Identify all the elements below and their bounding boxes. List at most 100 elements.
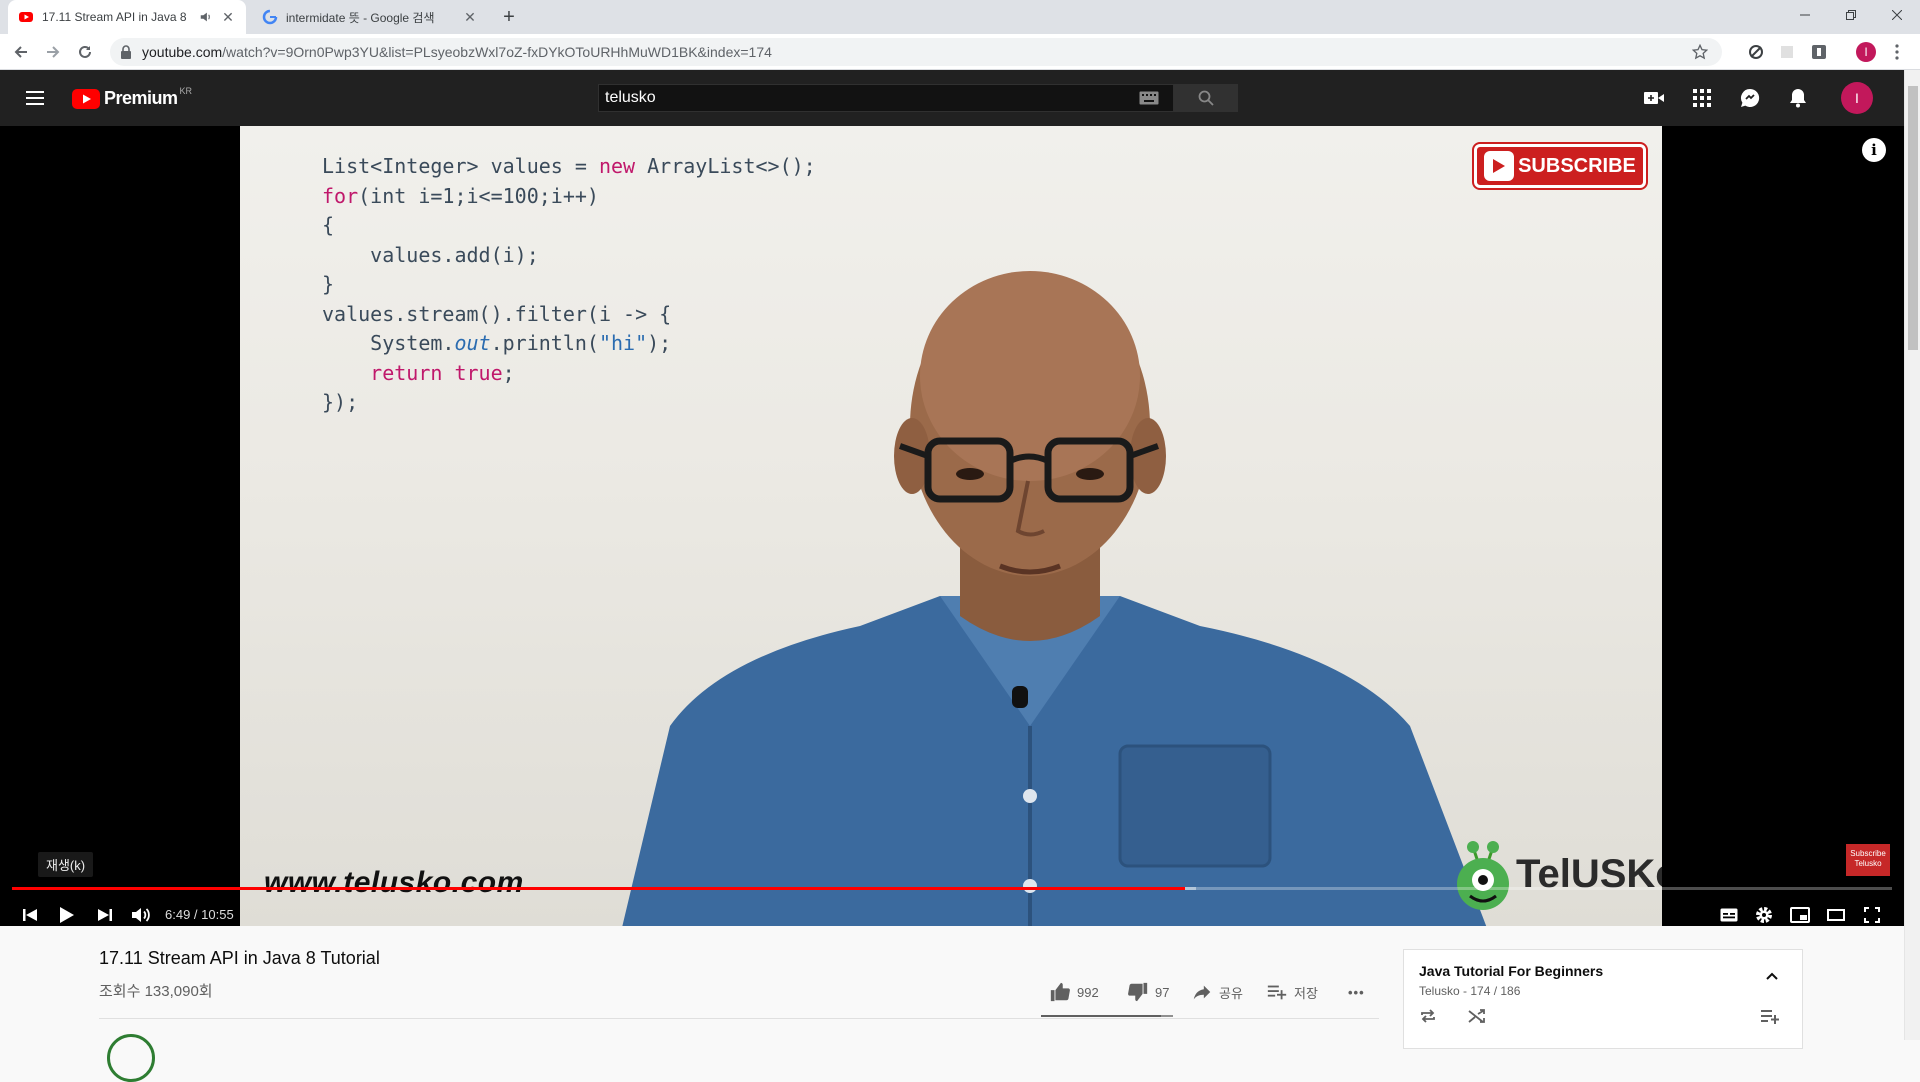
code-line: List<Integer> values = new ArrayList<>()… bbox=[322, 154, 816, 178]
audio-playing-icon[interactable] bbox=[198, 10, 214, 24]
new-tab-button[interactable]: + bbox=[498, 6, 520, 28]
url-path: /watch?v=9Orn0Pwp3YU&list=PLsyeobzWxl7oZ… bbox=[222, 44, 772, 60]
hamburger-menu-icon[interactable] bbox=[24, 88, 48, 108]
channel-branding-watermark[interactable]: Subscribe Telusko bbox=[1846, 844, 1890, 876]
save-label: 저장 bbox=[1294, 985, 1318, 1001]
tab-close-button[interactable]: ✕ bbox=[462, 9, 478, 26]
sentiment-bar bbox=[1041, 1015, 1173, 1017]
search-icon bbox=[1198, 90, 1214, 106]
video-details: 17.11 Stream API in Java 8 Tutorial 조회수 … bbox=[0, 926, 1904, 1082]
code-line: }); bbox=[322, 390, 359, 414]
search-button[interactable] bbox=[1174, 84, 1238, 112]
keyboard-icon[interactable] bbox=[1139, 91, 1159, 105]
code-line: values.add(i); bbox=[322, 242, 539, 267]
thumbs-down-icon bbox=[1128, 982, 1148, 1002]
save-button[interactable]: 저장 bbox=[1266, 978, 1318, 1006]
share-label: 공유 bbox=[1219, 985, 1243, 1001]
create-video-icon[interactable] bbox=[1642, 86, 1666, 110]
code-line: } bbox=[322, 272, 335, 296]
playlist-subtitle: Telusko - 174 / 186 bbox=[1419, 984, 1521, 998]
progress-bar[interactable] bbox=[12, 887, 1892, 890]
google-favicon-icon bbox=[262, 9, 278, 25]
video-frame[interactable]: List<Integer> values = new ArrayList<>()… bbox=[240, 126, 1662, 926]
loop-playlist-icon[interactable] bbox=[1417, 1005, 1439, 1027]
youtube-favicon-icon bbox=[19, 12, 33, 22]
notifications-bell-icon[interactable] bbox=[1786, 86, 1810, 110]
logo-wordmark: Premium bbox=[104, 88, 178, 108]
minimize-icon[interactable] bbox=[1782, 0, 1828, 30]
tab-youtube[interactable]: 17.11 Stream API in Java 8 ✕ bbox=[8, 0, 246, 34]
code-line: { bbox=[322, 213, 335, 237]
youtube-masthead: Premium KR I bbox=[0, 70, 1904, 126]
fullscreen-icon[interactable] bbox=[1854, 897, 1890, 926]
extension-reader-icon[interactable] bbox=[1810, 43, 1828, 61]
next-icon[interactable] bbox=[87, 897, 123, 926]
scrollbar-thumb[interactable] bbox=[1908, 86, 1918, 350]
previous-icon[interactable] bbox=[12, 897, 48, 926]
back-icon[interactable] bbox=[8, 39, 34, 65]
extension-generic-icon[interactable] bbox=[1778, 43, 1796, 61]
bookmark-star-icon[interactable] bbox=[1692, 44, 1708, 60]
subtitles-icon[interactable] bbox=[1711, 897, 1747, 926]
settings-gear-icon[interactable] bbox=[1746, 897, 1782, 926]
like-button[interactable]: 992 bbox=[1049, 978, 1099, 1006]
search-box bbox=[598, 84, 1174, 112]
telusko-mascot-icon bbox=[1457, 841, 1509, 910]
share-icon bbox=[1193, 985, 1211, 1000]
page-scrollbar[interactable] bbox=[1904, 70, 1920, 1040]
restore-icon[interactable] bbox=[1828, 0, 1874, 30]
more-actions-button[interactable]: ••• bbox=[1348, 978, 1365, 1006]
browser-profile-avatar[interactable]: I bbox=[1856, 42, 1876, 62]
apps-grid-icon[interactable] bbox=[1690, 86, 1714, 110]
play-tooltip: 재생(k) bbox=[38, 852, 94, 877]
subscribe-badge: SUBSCRIBE bbox=[1474, 144, 1646, 188]
playlist-add-icon bbox=[1267, 985, 1287, 1000]
collapse-chevron-up-icon[interactable] bbox=[1761, 965, 1783, 987]
time-display: 6:49 / 10:55 bbox=[165, 907, 234, 922]
code-line: return true; bbox=[370, 360, 515, 385]
tab-google-search[interactable]: intermidate 뜻 - Google 검색 ✕ bbox=[252, 0, 488, 34]
logo-region: KR bbox=[179, 86, 193, 96]
telusko-logo: TelUSKo bbox=[1454, 836, 1662, 912]
watermark-url: www.telusko.com bbox=[264, 866, 524, 899]
account-avatar[interactable]: I bbox=[1841, 82, 1873, 114]
url-text: youtube.com/watch?v=9Orn0Pwp3YU&list=PLs… bbox=[142, 44, 772, 60]
subscribe-play-icon bbox=[1484, 151, 1515, 181]
info-icon[interactable]: i bbox=[1862, 138, 1886, 162]
like-count: 992 bbox=[1077, 984, 1099, 1000]
lock-icon bbox=[121, 45, 131, 59]
volume-icon[interactable] bbox=[124, 897, 160, 926]
play-icon[interactable] bbox=[49, 897, 85, 926]
sentiment-like-portion bbox=[1041, 1015, 1162, 1017]
tab-close-button[interactable]: ✕ bbox=[220, 9, 236, 26]
url-host: youtube.com bbox=[142, 44, 223, 60]
channel-avatar[interactable] bbox=[107, 1034, 155, 1082]
code-line: for(int i=1;i<=100;i++) bbox=[322, 183, 599, 208]
close-window-icon[interactable] bbox=[1874, 0, 1920, 30]
reload-icon[interactable] bbox=[72, 39, 98, 65]
share-button[interactable]: 공유 bbox=[1191, 978, 1243, 1006]
dislike-button[interactable]: 97 bbox=[1127, 978, 1169, 1006]
theater-mode-icon[interactable] bbox=[1818, 897, 1854, 926]
tab-title: intermidate 뜻 - Google 검색 bbox=[286, 10, 435, 25]
playlist-panel: Java Tutorial For Beginners Telusko - 17… bbox=[1403, 949, 1803, 1049]
video-player[interactable]: List<Integer> values = new ArrayList<>()… bbox=[0, 126, 1904, 926]
dislike-count: 97 bbox=[1155, 984, 1170, 1000]
messages-icon[interactable] bbox=[1738, 86, 1762, 110]
miniplayer-icon[interactable] bbox=[1782, 897, 1818, 926]
presenter-figure bbox=[622, 271, 1487, 926]
address-bar[interactable]: youtube.com/watch?v=9Orn0Pwp3YU&list=PLs… bbox=[110, 38, 1722, 66]
youtube-play-logo-icon bbox=[72, 88, 100, 109]
browser-menu-icon[interactable] bbox=[1888, 43, 1906, 61]
view-count: 조회수 133,090회 bbox=[99, 983, 213, 1000]
playlist-title[interactable]: Java Tutorial For Beginners bbox=[1419, 963, 1603, 979]
thumbs-up-icon bbox=[1050, 982, 1070, 1002]
browser-toolbar: youtube.com/watch?v=9Orn0Pwp3YU&list=PLs… bbox=[0, 34, 1920, 70]
youtube-premium-logo[interactable]: Premium KR bbox=[72, 86, 193, 109]
video-title: 17.11 Stream API in Java 8 Tutorial bbox=[99, 948, 380, 968]
playlist-add-to-queue-icon[interactable] bbox=[1759, 1005, 1781, 1027]
forward-icon[interactable] bbox=[40, 39, 66, 65]
shuffle-icon[interactable] bbox=[1466, 1005, 1488, 1027]
extension-sync-icon[interactable] bbox=[1747, 43, 1765, 61]
search-input[interactable] bbox=[599, 89, 1119, 107]
